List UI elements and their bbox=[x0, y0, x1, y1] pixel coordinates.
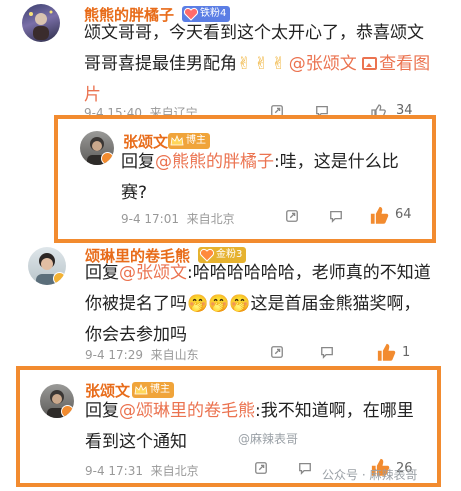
watermark: 公众号 · 麻辣表哥 bbox=[322, 468, 418, 482]
like-icon[interactable] bbox=[369, 205, 389, 225]
avatar[interactable] bbox=[80, 131, 114, 165]
like-count: 64 bbox=[395, 207, 412, 222]
verified-icon bbox=[53, 272, 66, 285]
comment-icon[interactable] bbox=[329, 209, 343, 223]
watermark: @麻辣表哥 bbox=[238, 432, 299, 446]
comment-icon[interactable] bbox=[298, 461, 312, 475]
verified-icon bbox=[101, 152, 114, 165]
emoji: 🤭🤭🤭 bbox=[187, 294, 251, 314]
mention-link[interactable]: @张颂文 bbox=[289, 54, 357, 74]
mention-link[interactable]: @张颂文 bbox=[119, 263, 187, 283]
share-icon[interactable] bbox=[285, 209, 299, 223]
avatar[interactable] bbox=[28, 247, 66, 285]
comment-text: 回复@张颂文:哈哈哈哈哈哈，老师真的不知道你被提名了吗🤭🤭🤭这是首届金熊猫奖啊，… bbox=[85, 263, 431, 345]
mention-link[interactable]: @颂琳里的卷毛熊 bbox=[119, 401, 255, 421]
mention-link[interactable]: @熊熊的胖橘子 bbox=[155, 152, 274, 172]
comment-meta: 9-4 17:01 来自北京 bbox=[121, 212, 235, 226]
comment-meta: 9-4 17:31 来自北京 bbox=[85, 464, 199, 478]
verified-icon bbox=[61, 405, 74, 418]
comment-text: 回复@颂琳里的卷毛熊:我不知道啊，在哪里看到这个通知 bbox=[85, 401, 414, 452]
avatar[interactable] bbox=[22, 4, 60, 42]
image-icon[interactable] bbox=[362, 57, 378, 70]
avatar[interactable] bbox=[40, 384, 74, 418]
comment-icon[interactable] bbox=[320, 345, 334, 359]
like-icon[interactable] bbox=[376, 342, 396, 362]
comment-text: 回复@熊熊的胖橘子:哇，这是什么比赛? bbox=[121, 152, 399, 203]
like-count: 1 bbox=[402, 345, 411, 360]
comment-meta: 9-4 17:29 来自山东 bbox=[85, 348, 199, 362]
share-icon[interactable] bbox=[254, 461, 268, 475]
comment-text: 颂文哥哥，今天看到这个太开心了，恭喜颂文哥哥喜提最佳男配角✌✌✌@张颂文 查看图… bbox=[84, 23, 431, 105]
share-icon[interactable] bbox=[270, 345, 284, 359]
victory-emoji: ✌✌✌ bbox=[237, 54, 289, 74]
